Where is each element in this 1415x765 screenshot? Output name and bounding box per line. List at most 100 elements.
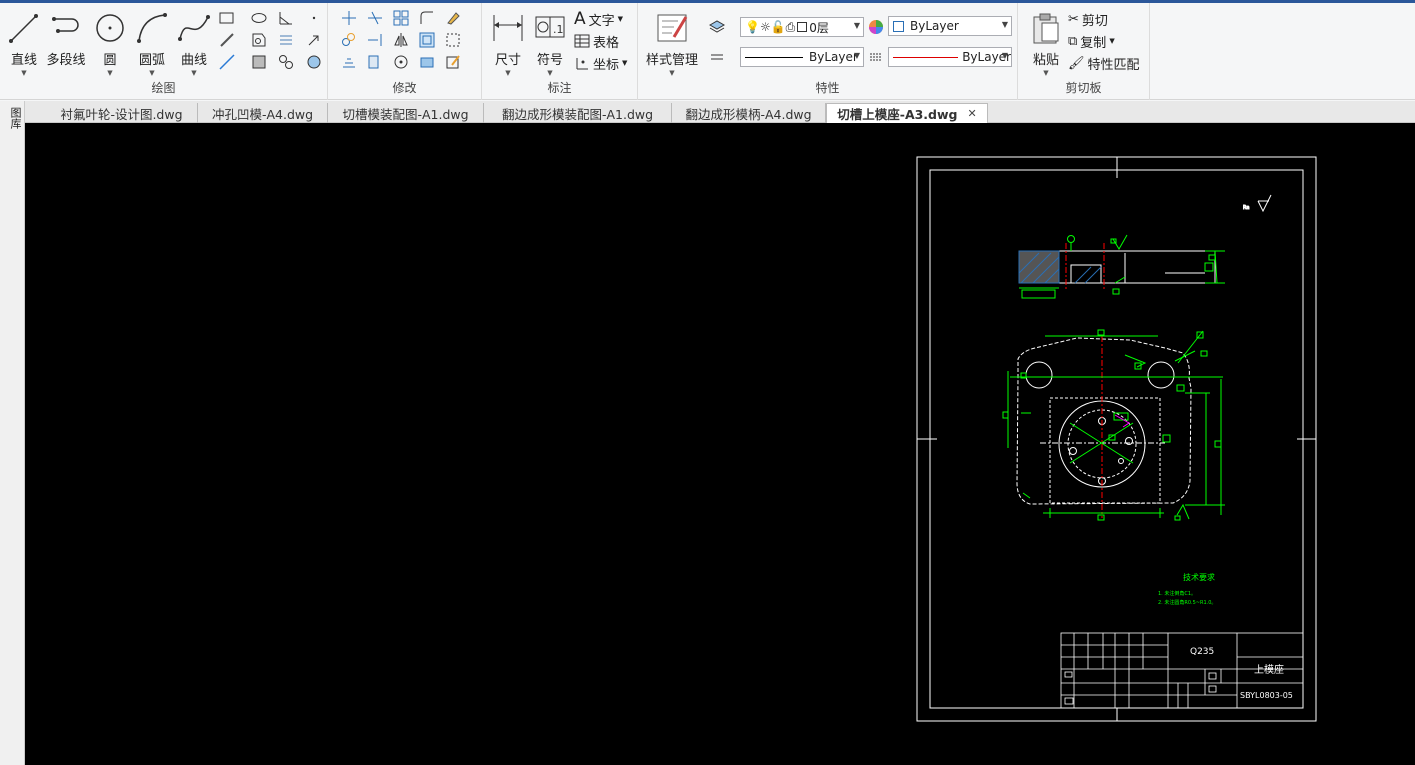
rectangle-button[interactable] xyxy=(218,9,238,27)
stretch-button[interactable] xyxy=(444,31,464,49)
scale-button[interactable] xyxy=(366,53,386,71)
polyline-button[interactable]: 多段线 xyxy=(44,9,88,77)
rotate-icon xyxy=(394,55,408,69)
copy-button[interactable]: ⧉ 复制 ▼ xyxy=(1068,31,1115,51)
ribbon-toolbar: 直线 ▼ 多段线 圆 ▼ 圆弧 ▼ 曲线 ▼ 绘图 修改 尺寸 ▼ .1 符号 … xyxy=(0,3,1415,100)
polyline-label: 多段线 xyxy=(46,53,86,68)
color-wheel-button[interactable] xyxy=(867,18,887,36)
lineweight-button[interactable] xyxy=(708,48,728,66)
annotate-group: 尺寸 ▼ .1 符号 ▼ A 文字 ▼ 表格 坐标 ▼ 标注 xyxy=(482,3,638,100)
curve-button[interactable]: 曲线 ▼ xyxy=(172,9,216,77)
copy-label: 复制 xyxy=(1080,35,1107,51)
boundary-button[interactable] xyxy=(277,53,297,71)
array-button[interactable] xyxy=(392,9,412,27)
cloud-button[interactable] xyxy=(305,53,325,71)
tab-document-1[interactable]: 衬氟叶轮-设计图.dwg xyxy=(46,103,198,123)
scissors-icon: ✂ xyxy=(1068,11,1079,27)
document-tab-bar: 衬氟叶轮-设计图.dwg 冲孔凹模-A4.dwg 切槽模装配图-A1.dwg 翻… xyxy=(0,101,1415,123)
chevron-down-icon: ▼ xyxy=(1109,37,1115,45)
curve-label: 曲线 xyxy=(180,53,207,68)
linetype-scale-button[interactable] xyxy=(867,48,887,66)
drawing-canvas[interactable]: Ra 技术要求 1. 未注倒角C1。 2. 未注圆角R0.5~R1.0。 Q23… xyxy=(25,123,1415,765)
paste-button[interactable]: 粘贴 ▼ xyxy=(1024,9,1068,77)
arrow-button[interactable] xyxy=(305,31,325,49)
scale-icon xyxy=(368,55,379,69)
close-tab-icon[interactable]: ✕ xyxy=(968,107,977,120)
arc-icon xyxy=(137,13,167,43)
lightbulb-icon: 💡 xyxy=(745,20,760,34)
eraser-button[interactable] xyxy=(444,9,464,27)
break-button[interactable] xyxy=(418,53,438,71)
tab-label: 翻边成形模装配图-A1.dwg xyxy=(501,106,654,122)
extend-button[interactable] xyxy=(366,31,386,49)
layer-manager-button[interactable] xyxy=(708,17,728,35)
table-button[interactable]: 表格 xyxy=(574,31,619,51)
line-button[interactable]: 直线 ▼ xyxy=(2,9,46,77)
copy-object-icon xyxy=(342,33,355,46)
edit-button[interactable] xyxy=(444,53,464,71)
color-wheel-icon xyxy=(869,20,883,34)
technical-requirements: 技术要求 1. 未注倒角C1。 2. 未注圆角R0.5~R1.0。 xyxy=(1158,572,1216,606)
chevron-down-icon: ▼ xyxy=(622,59,628,67)
pencil-button[interactable] xyxy=(218,31,238,49)
symbol-button[interactable]: .1 符号 ▼ xyxy=(528,9,572,77)
table-label: 表格 xyxy=(593,35,620,51)
line-icon xyxy=(9,14,38,43)
coordinate-label: 坐标 xyxy=(593,57,620,73)
chevron-down-icon: ▼ xyxy=(149,69,155,77)
clipboard-group: 粘贴 ▼ ✂ 剪切 ⧉ 复制 ▼ 🖌 特性匹配 剪切板 xyxy=(1018,3,1150,100)
symbol-icon: .1 xyxy=(535,16,565,38)
color-swatch-icon xyxy=(797,22,808,32)
text-label: 文字 xyxy=(588,13,615,29)
angle-line-button[interactable] xyxy=(277,9,297,27)
eraser-icon xyxy=(447,12,460,25)
circle-button[interactable]: 圆 ▼ xyxy=(88,9,132,77)
construction-line-icon xyxy=(219,54,235,70)
ellipse-button[interactable] xyxy=(250,9,270,27)
hatch-icon xyxy=(252,55,266,69)
dimension-button[interactable]: 尺寸 ▼ xyxy=(486,9,530,77)
tab-document-4[interactable]: 翻边成形模装配图-A1.dwg xyxy=(484,103,672,123)
fillet-button[interactable] xyxy=(418,9,438,27)
symbol-label: 符号 xyxy=(536,53,563,68)
library-tab[interactable]: 图库 xyxy=(3,107,22,129)
layer-select[interactable]: 💡 ☼ 🔓 ⎙ 0层 ▼ xyxy=(740,17,864,37)
match-properties-button[interactable]: 🖌 特性匹配 xyxy=(1068,53,1140,73)
arc-button[interactable]: 圆弧 ▼ xyxy=(130,9,174,77)
trim-icon xyxy=(368,11,382,25)
linetype-select[interactable]: ByLayer ▼ xyxy=(740,47,864,67)
drawing-number-text: SBYL0803-05 xyxy=(1240,691,1293,700)
style-manager-button[interactable]: 样式管理 ▼ xyxy=(646,9,698,77)
trim-button[interactable] xyxy=(366,9,386,27)
coordinate-button[interactable]: 坐标 ▼ xyxy=(574,53,627,73)
array-icon xyxy=(393,10,409,26)
tab-document-3[interactable]: 切槽模装配图-A1.dwg xyxy=(328,103,484,123)
cad-drawing: Ra 技术要求 1. 未注倒角C1。 2. 未注圆角R0.5~R1.0。 Q23… xyxy=(916,156,1317,722)
lineweight-select[interactable]: ByLayer ▼ xyxy=(888,47,1012,67)
hatch-button[interactable] xyxy=(250,53,270,71)
rotate-button[interactable] xyxy=(392,53,412,71)
move-button[interactable] xyxy=(340,9,360,27)
text-icon: A xyxy=(574,9,586,29)
offset-icon xyxy=(419,32,435,48)
copy-object-button[interactable] xyxy=(340,31,360,49)
tab-document-2[interactable]: 冲孔凹模-A4.dwg xyxy=(198,103,328,123)
cut-button[interactable]: ✂ 剪切 xyxy=(1068,9,1108,29)
mirror-button[interactable] xyxy=(392,31,412,49)
color-select[interactable]: ByLayer ▼ xyxy=(888,16,1012,36)
explode-button[interactable] xyxy=(340,53,360,71)
region-icon xyxy=(252,33,266,47)
color-box-icon xyxy=(893,20,904,32)
text-button[interactable]: A 文字 ▼ xyxy=(574,9,623,29)
tab-document-5[interactable]: 翻边成形模柄-A4.dwg xyxy=(672,103,826,123)
chevron-down-icon: ▼ xyxy=(21,69,27,77)
point-button[interactable] xyxy=(305,9,325,27)
tab-document-6-active[interactable]: 切槽上模座-A3.dwg ✕ xyxy=(826,103,988,123)
library-sidebar: 图库 xyxy=(0,101,25,765)
offset-button[interactable] xyxy=(418,31,438,49)
multiline-button[interactable] xyxy=(277,31,297,49)
region-button[interactable] xyxy=(250,31,270,49)
construction-line-button[interactable] xyxy=(218,53,238,71)
layer-name: 0层 xyxy=(809,20,829,35)
clipboard-group-label: 剪切板 xyxy=(1065,81,1102,95)
